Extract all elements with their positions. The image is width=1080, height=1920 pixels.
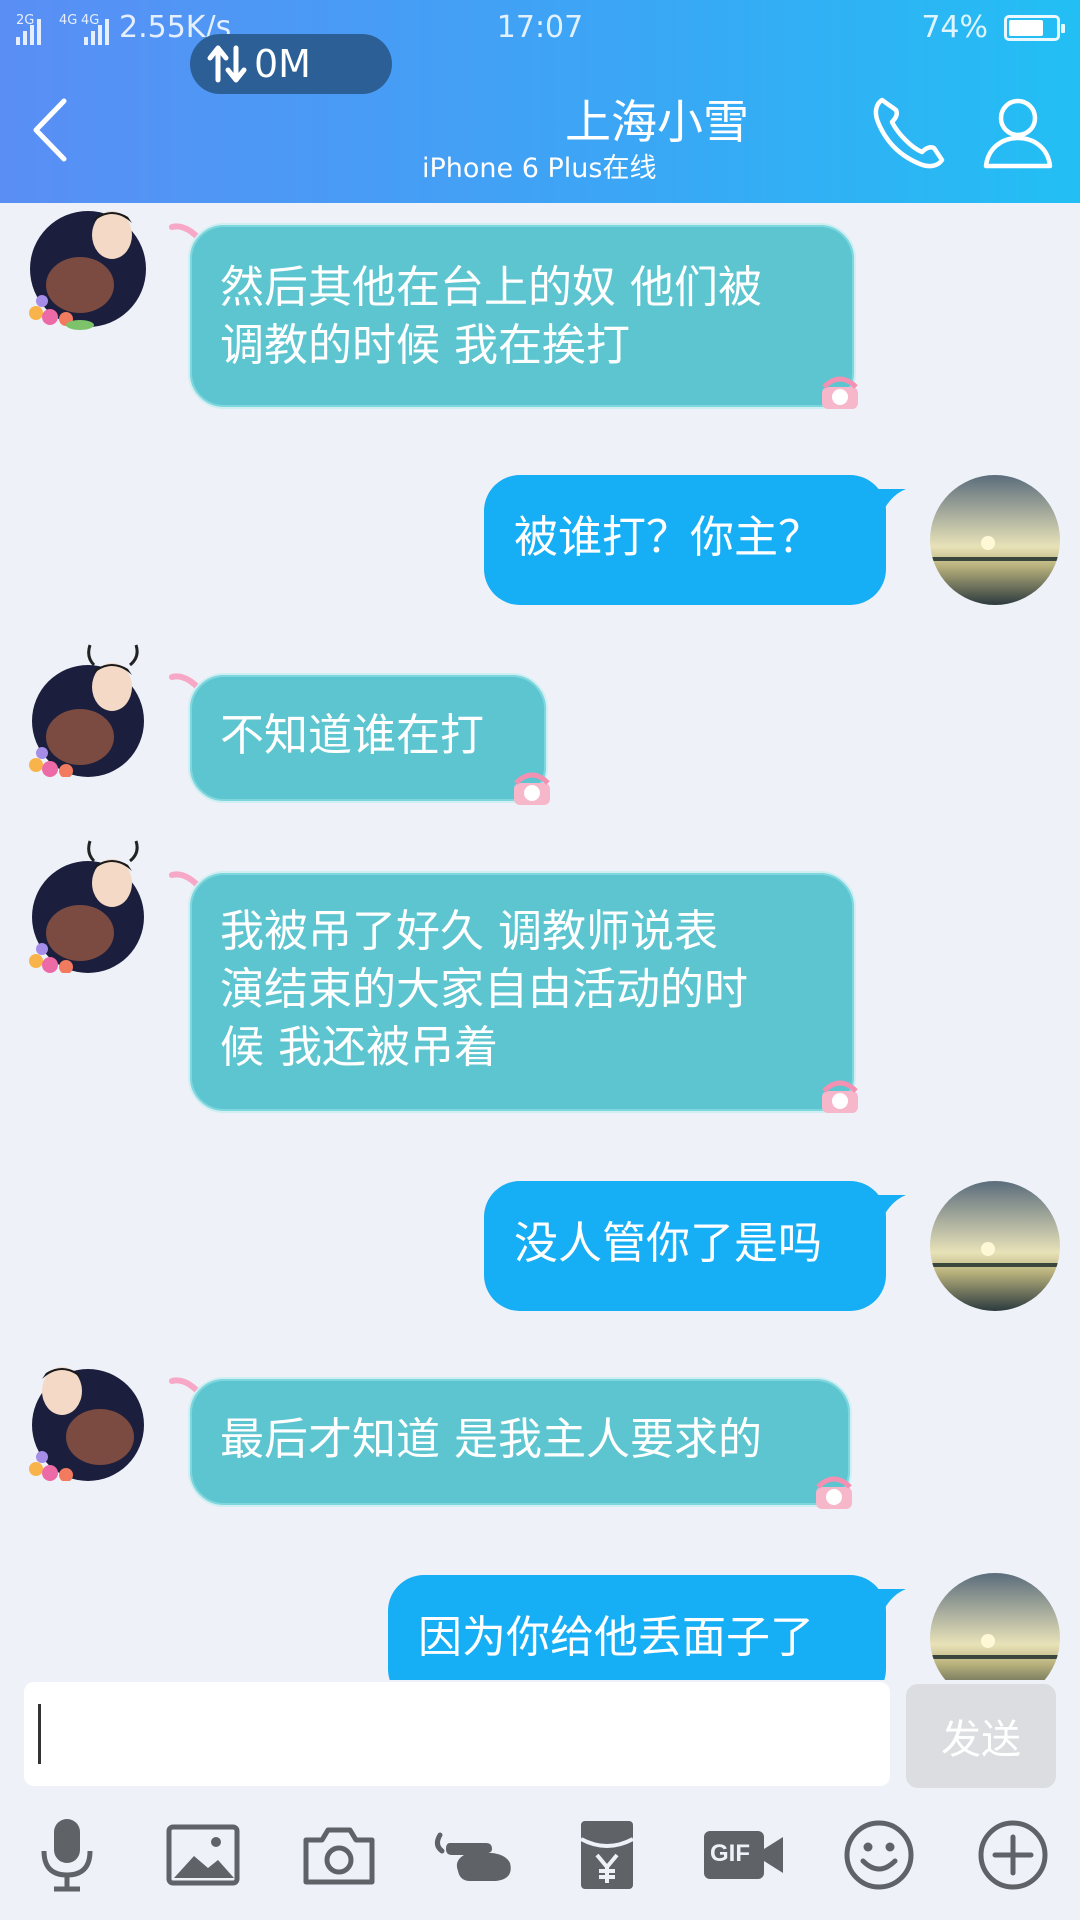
back-button[interactable]: [20, 90, 80, 170]
status-right: 74%: [921, 10, 1065, 45]
contact-avatar-image: [29, 644, 144, 778]
my-avatar-image: [930, 1573, 1060, 1680]
telephone-sticker-icon: [822, 1080, 858, 1113]
chevron-left-icon: [33, 98, 67, 162]
bubble-tail: [876, 489, 906, 517]
camera-icon: [303, 1827, 375, 1885]
message-line: 调教的时候 我在挨打: [220, 320, 630, 371]
profile-button[interactable]: [978, 92, 1058, 172]
transfer-arrows-icon: [207, 45, 247, 83]
battery-fill: [1009, 19, 1044, 36]
emoji-button[interactable]: [834, 1810, 924, 1900]
my-avatar-image: [930, 1181, 1060, 1311]
call-button[interactable]: [868, 92, 950, 172]
my-avatar[interactable]: [930, 475, 1060, 605]
message-line: 演结束的大家自由活动的时: [220, 964, 748, 1015]
gif-button[interactable]: GIF: [696, 1810, 792, 1900]
bubble-tail: [876, 1589, 906, 1617]
pointing-hand-icon: [434, 1832, 511, 1881]
plus-circle-icon: [978, 1820, 1048, 1890]
data-usage-pill[interactable]: 0M: [190, 34, 392, 94]
message-line: 我被吊了好久 调教师说表: [220, 906, 718, 957]
data-usage-value: 0M: [254, 42, 311, 86]
more-button[interactable]: [968, 1810, 1058, 1900]
bubble-tail: [876, 1195, 906, 1223]
telephone-sticker-icon: [822, 376, 858, 409]
message-input[interactable]: [24, 1682, 890, 1786]
message-list[interactable]: 然后其他在台上的奴 他们被 调教的时候 我在挨打 被谁打？你主？ 不知道谁在打 …: [0, 203, 1080, 1680]
chat-header: 2G 4G 4G 2.55K/s 17:07 74% 0M 上海小雪 iPhon…: [0, 0, 1080, 203]
gif-label: GIF: [710, 1840, 750, 1867]
contact-avatar-image: [29, 1367, 144, 1482]
voice-button[interactable]: [22, 1810, 112, 1900]
message-line: 候 我还被吊着: [220, 1022, 498, 1073]
my-avatar[interactable]: [930, 1181, 1060, 1311]
message-line: 最后才知道 是我主人要求的: [220, 1414, 762, 1465]
smiley-icon: [844, 1820, 914, 1890]
poke-button[interactable]: [430, 1810, 520, 1900]
contact-avatar[interactable]: [20, 637, 150, 778]
status-bar: 2G 4G 4G 2.55K/s 17:07 74%: [0, 0, 1080, 56]
telephone-sticker-icon: [514, 772, 550, 805]
message-line: 被谁打？你主？: [514, 512, 822, 563]
contact-avatar[interactable]: [20, 833, 150, 974]
my-avatar[interactable]: [930, 1573, 1060, 1680]
battery-percent: 74%: [921, 10, 988, 45]
phone-icon: [873, 97, 945, 169]
microphone-icon: [41, 1819, 93, 1892]
text-caret: [38, 1704, 41, 1764]
contact-name[interactable]: 上海小雪: [565, 86, 749, 152]
send-button[interactable]: 发送: [906, 1684, 1056, 1788]
input-toolbar: GIF: [0, 1810, 1080, 1920]
user-icon: [983, 98, 1053, 169]
contact-avatar-image: [29, 840, 144, 974]
message-bubble-outgoing[interactable]: 被谁打？你主？: [484, 475, 886, 605]
contact-avatar[interactable]: [20, 205, 150, 335]
message-bubble-incoming[interactable]: 不知道谁在打: [188, 673, 548, 803]
battery-icon: [1004, 14, 1065, 41]
contact-avatar[interactable]: [20, 1341, 150, 1482]
message-line: 没人管你了是吗: [514, 1218, 822, 1269]
contact-status: iPhone 6 Plus在线: [422, 153, 657, 184]
red-packet-button[interactable]: [562, 1810, 652, 1900]
message-bubble-incoming[interactable]: 最后才知道 是我主人要求的: [188, 1377, 852, 1507]
message-line: 然后其他在台上的奴 他们被: [220, 262, 762, 313]
message-bubble-outgoing[interactable]: 没人管你了是吗: [484, 1181, 886, 1311]
message-line: 因为你给他丢面子了: [418, 1612, 814, 1663]
contact-avatar-image: [29, 211, 146, 330]
clock: 17:07: [496, 10, 584, 45]
red-packet-icon: [580, 1821, 634, 1889]
message-bubble-incoming[interactable]: 然后其他在台上的奴 他们被 调教的时候 我在挨打: [188, 223, 856, 409]
message-bubble-outgoing[interactable]: 因为你给他丢面子了: [388, 1575, 886, 1680]
message-bubble-incoming[interactable]: 我被吊了好久 调教师说表 演结束的大家自由活动的时 候 我还被吊着: [188, 871, 856, 1113]
telephone-sticker-icon: [816, 1476, 852, 1509]
composer: 发送 GIF: [0, 1680, 1080, 1920]
photo-button[interactable]: [158, 1810, 248, 1900]
image-icon: [166, 1824, 240, 1886]
message-line: 不知道谁在打: [220, 710, 484, 761]
camera-button[interactable]: [294, 1810, 384, 1900]
my-avatar-image: [930, 475, 1060, 605]
